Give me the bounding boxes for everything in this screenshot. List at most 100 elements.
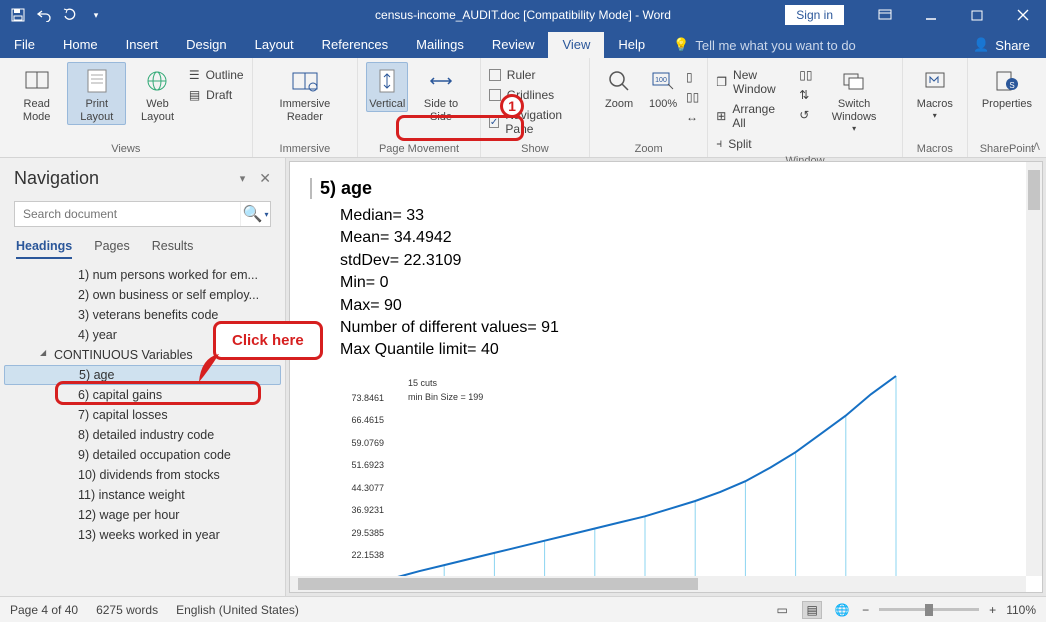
immersive-reader-button[interactable]: Immersive Reader — [261, 62, 350, 124]
nav-heading-item[interactable]: 11) instance weight — [4, 485, 281, 505]
nav-heading-item[interactable]: CONTINUOUS Variables — [4, 345, 281, 365]
status-words[interactable]: 6275 words — [96, 603, 158, 617]
vertical-scrollbar[interactable] — [1026, 162, 1042, 576]
read-mode-button[interactable]: Read Mode — [8, 62, 65, 124]
vertical-button[interactable]: Vertical — [366, 62, 408, 112]
nav-heading-item[interactable]: 10) dividends from stocks — [4, 465, 281, 485]
view-side-by-side-button[interactable]: ▯▯ — [799, 66, 812, 84]
zoom-in-button[interactable]: + — [989, 603, 996, 617]
nav-tab-pages[interactable]: Pages — [94, 235, 129, 259]
chart: 73.846166.461559.076951.692344.307736.92… — [390, 372, 900, 582]
nav-heading-item[interactable]: 2) own business or self employ... — [4, 285, 281, 305]
web-layout-icon — [143, 66, 171, 96]
nav-heading-item[interactable]: 13) weeks worked in year — [4, 525, 281, 545]
tab-layout[interactable]: Layout — [241, 32, 308, 58]
macros-button[interactable]: Macros▾ — [911, 62, 959, 121]
nav-search-input[interactable] — [15, 207, 240, 221]
arrange-all-button[interactable]: ⊞Arrange All — [716, 100, 789, 132]
new-window-button[interactable]: ❐New Window — [716, 66, 789, 98]
vertical-icon — [373, 66, 401, 96]
chart-y-tick: 29.5385 — [351, 528, 384, 538]
close-button[interactable] — [1000, 0, 1046, 30]
share-button[interactable]: 👤Share — [957, 32, 1046, 58]
document-canvas[interactable]: 5) age Median= 33Mean= 34.4942stdDev= 22… — [289, 161, 1043, 593]
status-page[interactable]: Page 4 of 40 — [10, 603, 78, 617]
nav-heading-item[interactable]: 7) capital losses — [4, 405, 281, 425]
macros-icon — [921, 66, 949, 96]
print-layout-button[interactable]: Print Layout — [67, 62, 126, 125]
tab-home[interactable]: Home — [49, 32, 112, 58]
tab-references[interactable]: References — [308, 32, 402, 58]
stat-line: Min= 0 — [320, 272, 1012, 294]
zoom-slider[interactable] — [879, 608, 979, 611]
zoom-100-button[interactable]: 100100% — [642, 62, 684, 111]
zoom-out-button[interactable]: − — [862, 603, 869, 617]
tab-mailings[interactable]: Mailings — [402, 32, 478, 58]
tab-review[interactable]: Review — [478, 32, 549, 58]
sign-in-button[interactable]: Sign in — [785, 5, 844, 25]
nav-tab-headings[interactable]: Headings — [16, 235, 72, 259]
qat-more-icon[interactable]: ▾ — [84, 3, 108, 27]
draft-button[interactable]: ▤Draft — [189, 86, 244, 104]
arrange-all-icon: ⊞ — [716, 109, 726, 123]
chart-y-tick: 59.0769 — [351, 438, 384, 448]
chart-y-tick: 22.1538 — [351, 550, 384, 560]
switch-windows-button[interactable]: Switch Windows▾ — [814, 62, 893, 134]
nav-heading-item[interactable]: 8) detailed industry code — [4, 425, 281, 445]
status-read-mode-icon[interactable]: ▭ — [772, 601, 792, 619]
search-icon[interactable]: 🔍▾ — [240, 202, 270, 226]
nav-heading-item[interactable]: 4) year — [4, 325, 281, 345]
reset-position-icon: ↺ — [799, 108, 809, 122]
nav-heading-item[interactable]: 12) wage per hour — [4, 505, 281, 525]
nav-search-box[interactable]: 🔍▾ — [14, 201, 271, 227]
status-print-layout-icon[interactable]: ▤ — [802, 601, 822, 619]
nav-heading-item[interactable]: 1) num persons worked for em... — [4, 265, 281, 285]
zoom-level[interactable]: 110% — [1006, 603, 1036, 617]
zoom-button[interactable]: Zoom — [598, 62, 640, 111]
new-window-icon: ❐ — [716, 75, 727, 89]
side-to-side-button[interactable]: Side to Side — [410, 62, 472, 124]
tab-help[interactable]: Help — [604, 32, 659, 58]
checkbox-icon — [489, 89, 501, 101]
properties-button[interactable]: SProperties — [976, 62, 1038, 111]
nav-options-icon[interactable]: ▾ — [240, 172, 246, 185]
nav-close-icon[interactable]: ✕ — [259, 170, 271, 187]
nav-heading-item[interactable]: 6) capital gains — [4, 385, 281, 405]
nav-tab-results[interactable]: Results — [152, 235, 194, 259]
page-width-icon: ↔ — [686, 110, 698, 124]
web-layout-button[interactable]: Web Layout — [128, 62, 187, 124]
status-language[interactable]: English (United States) — [176, 603, 299, 617]
redo-icon[interactable] — [58, 3, 82, 27]
document-title: census-income_AUDIT.doc [Compatibility M… — [375, 8, 671, 22]
nav-heading-item[interactable]: 9) detailed occupation code — [4, 445, 281, 465]
group-label-immersive: Immersive — [280, 141, 331, 155]
nav-heading-item[interactable]: 5) age — [4, 365, 281, 385]
sync-scroll-button[interactable]: ⇅ — [799, 86, 812, 104]
horizontal-scrollbar[interactable] — [290, 576, 1026, 592]
one-page-button[interactable]: ▯ — [686, 68, 699, 86]
undo-icon[interactable] — [32, 3, 56, 27]
tab-view[interactable]: View — [548, 32, 604, 58]
tab-design[interactable]: Design — [172, 32, 240, 58]
outline-button[interactable]: ☰Outline — [189, 66, 244, 84]
gridlines-checkbox[interactable]: Gridlines — [489, 86, 581, 104]
save-icon[interactable] — [6, 3, 30, 27]
tell-me-search[interactable]: 💡Tell me what you want to do — [659, 32, 870, 58]
minimize-button[interactable] — [908, 0, 954, 30]
navigation-pane-checkbox[interactable]: ✓Navigation Pane — [489, 106, 581, 138]
tab-file[interactable]: File — [0, 32, 49, 58]
ribbon-display-icon[interactable] — [862, 0, 908, 30]
ruler-checkbox[interactable]: Ruler — [489, 66, 581, 84]
status-web-layout-icon[interactable]: 🌐 — [832, 601, 852, 619]
reset-position-button[interactable]: ↺ — [799, 106, 812, 124]
maximize-button[interactable] — [954, 0, 1000, 30]
collapse-ribbon-icon[interactable]: ᐱ — [1033, 142, 1040, 153]
split-button[interactable]: ⫞Split — [716, 134, 789, 153]
tab-insert[interactable]: Insert — [112, 32, 173, 58]
draft-icon: ▤ — [189, 88, 200, 102]
nav-heading-item[interactable]: 3) veterans benefits code — [4, 305, 281, 325]
checkbox-icon — [489, 69, 501, 81]
multi-page-button[interactable]: ▯▯ — [686, 88, 699, 106]
page-width-button[interactable]: ↔ — [686, 108, 699, 126]
ribbon-tabs: File Home Insert Design Layout Reference… — [0, 30, 1046, 58]
